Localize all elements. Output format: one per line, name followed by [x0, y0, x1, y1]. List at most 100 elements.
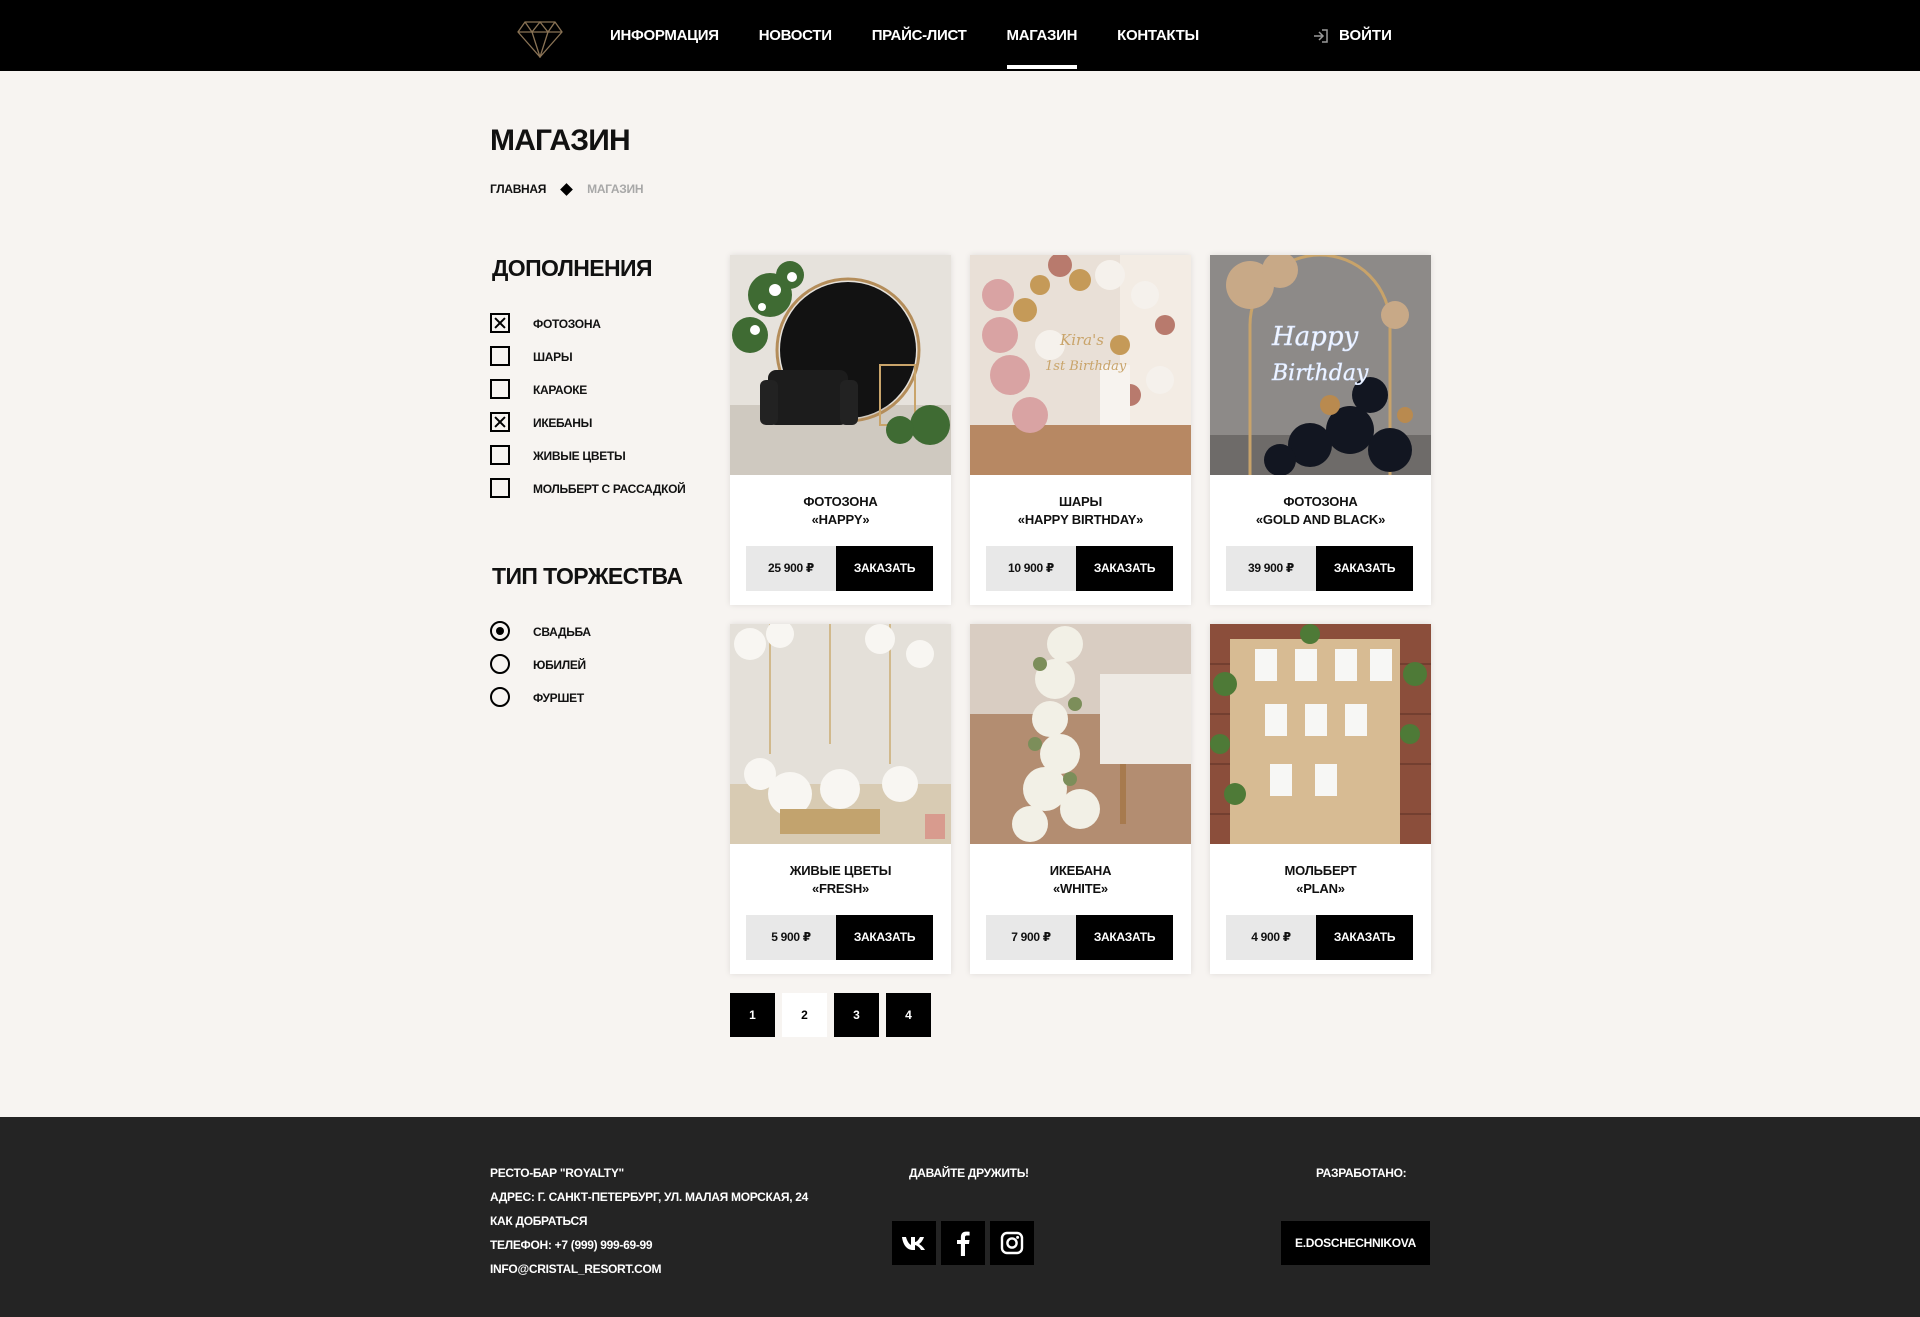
svg-text:1st Birthday: 1st Birthday — [1045, 359, 1127, 374]
product-title: ШАРЫ «HAPPY BIRTHDAY» — [970, 493, 1191, 531]
filter-option-wedding[interactable]: СВАДЬБА — [490, 614, 591, 647]
page-button-4[interactable]: 4 — [886, 993, 931, 1037]
filter-option-ikebana[interactable]: ИКЕБАНЫ — [490, 405, 686, 438]
main-nav: ИНФОРМАЦИЯ НОВОСТИ ПРАЙС-ЛИСТ МАГАЗИН КО… — [610, 0, 1239, 71]
page-button-1[interactable]: 1 — [730, 993, 775, 1037]
checkbox[interactable] — [490, 411, 510, 432]
diamond-icon[interactable] — [517, 20, 563, 58]
order-button[interactable]: ЗАКАЗАТЬ — [836, 915, 933, 960]
product-title-line1: ЖИВЫЕ ЦВЕТЫ — [789, 863, 892, 878]
footer-directions-link[interactable]: КАК ДОБРАТЬСЯ — [490, 1209, 808, 1233]
nav-item-price-list[interactable]: ПРАЙС-ЛИСТ — [872, 0, 967, 71]
filter-option-karaoke[interactable]: КАРАОКЕ — [490, 372, 686, 405]
page-button-3[interactable]: 3 — [834, 993, 879, 1037]
top-navbar: ИНФОРМАЦИЯ НОВОСТИ ПРАЙС-ЛИСТ МАГАЗИН КО… — [0, 0, 1920, 71]
filter-option-buffet[interactable]: ФУРШЕТ — [490, 680, 591, 713]
product-image[interactable] — [1210, 624, 1431, 844]
page-title: МАГАЗИН — [490, 124, 631, 157]
product-price: 4 900 ₽ — [1226, 915, 1316, 960]
login-label: ВОЙТИ — [1339, 27, 1392, 44]
product-title: ФОТОЗОНА «GOLD AND BLACK» — [1210, 493, 1431, 531]
product-card: МОЛЬБЕРТ «PLAN» 4 900 ₽ ЗАКАЗАТЬ — [1210, 624, 1431, 974]
product-image[interactable]: Kira's 1st Birthday — [970, 255, 1191, 475]
filter-label: ИКЕБАНЫ — [533, 416, 593, 430]
checkbox[interactable] — [490, 312, 510, 333]
login-icon — [1314, 28, 1328, 43]
radio-button[interactable] — [490, 686, 510, 707]
nav-item-contacts[interactable]: КОНТАКТЫ — [1117, 0, 1199, 71]
filter-label: ФОТОЗОНА — [533, 317, 601, 331]
nav-item-info[interactable]: ИНФОРМАЦИЯ — [610, 0, 719, 71]
checkbox[interactable] — [490, 477, 510, 498]
footer-email[interactable]: INFO@CRISTAL_RESORT.COM — [490, 1257, 808, 1281]
order-button[interactable]: ЗАКАЗАТЬ — [1316, 546, 1413, 591]
product-title: ФОТОЗОНА «HAPPY» — [730, 493, 951, 531]
footer: РЕСТО-БАР "ROYALTY" АДРЕС: Г. САНКТ-ПЕТЕ… — [0, 1117, 1920, 1317]
event-type-filter-title: ТИП ТОРЖЕСТВА — [492, 563, 683, 589]
product-image[interactable]: Happy Birthday — [1210, 255, 1431, 475]
product-card: Happy Birthday ФОТОЗОНА «GOLD AND BLACK»… — [1210, 255, 1431, 605]
social-links — [892, 1221, 1039, 1265]
pagination: 1 2 3 4 — [730, 993, 938, 1037]
product-title-line1: ФОТОЗОНА — [803, 494, 878, 509]
product-title-line2: «WHITE» — [1053, 881, 1108, 896]
filter-option-balloons[interactable]: ШАРЫ — [490, 339, 686, 372]
event-type-filter-list: СВАДЬБА ЮБИЛЕЙ ФУРШЕТ — [490, 614, 591, 713]
filter-option-anniversary[interactable]: ЮБИЛЕЙ — [490, 647, 591, 680]
filter-option-photozone[interactable]: ФОТОЗОНА — [490, 306, 686, 339]
footer-contact-info: РЕСТО-БАР "ROYALTY" АДРЕС: Г. САНКТ-ПЕТЕ… — [490, 1161, 808, 1281]
filter-label: ШАРЫ — [533, 350, 573, 364]
product-image[interactable] — [730, 255, 951, 475]
vk-icon[interactable] — [892, 1221, 936, 1265]
addons-filter-title: ДОПОЛНЕНИЯ — [492, 255, 652, 281]
filter-option-fresh-flowers[interactable]: ЖИВЫЕ ЦВЕТЫ — [490, 438, 686, 471]
order-button[interactable]: ЗАКАЗАТЬ — [1076, 546, 1173, 591]
product-actions: 25 900 ₽ ЗАКАЗАТЬ — [746, 546, 951, 591]
product-title-line1: ФОТОЗОНА — [1283, 494, 1358, 509]
product-actions: 7 900 ₽ ЗАКАЗАТЬ — [986, 915, 1191, 960]
order-button[interactable]: ЗАКАЗАТЬ — [836, 546, 933, 591]
product-card: ИКЕБАНА «WHITE» 7 900 ₽ ЗАКАЗАТЬ — [970, 624, 1191, 974]
filter-label: МОЛЬБЕРТ С РАССАДКОЙ — [533, 482, 686, 496]
product-image[interactable] — [730, 624, 951, 844]
checkbox[interactable] — [490, 444, 510, 465]
filter-label: ФУРШЕТ — [533, 691, 584, 705]
product-card: Kira's 1st Birthday ШАРЫ «HAPPY BIRTHDAY… — [970, 255, 1191, 605]
product-actions: 5 900 ₽ ЗАКАЗАТЬ — [746, 915, 951, 960]
breadcrumb-separator-icon — [560, 182, 573, 196]
filter-label: КАРАОКЕ — [533, 383, 588, 397]
checkbox[interactable] — [490, 345, 510, 366]
order-button[interactable]: ЗАКАЗАТЬ — [1076, 915, 1173, 960]
footer-social-title: ДАВАЙТЕ ДРУЖИТЬ! — [909, 1166, 1029, 1180]
product-card: ФОТОЗОНА «HAPPY» 25 900 ₽ ЗАКАЗАТЬ — [730, 255, 951, 605]
radio-button[interactable] — [490, 653, 510, 674]
product-price: 25 900 ₽ — [746, 546, 836, 591]
page-button-2[interactable]: 2 — [782, 993, 827, 1037]
product-title-line1: ИКЕБАНА — [1049, 863, 1112, 878]
breadcrumb-home[interactable]: ГЛАВНАЯ — [490, 182, 546, 196]
facebook-icon[interactable] — [941, 1221, 985, 1265]
filter-label: ЮБИЛЕЙ — [533, 658, 586, 672]
product-title: ИКЕБАНА «WHITE» — [970, 862, 1191, 900]
instagram-icon[interactable] — [990, 1221, 1034, 1265]
svg-text:Birthday: Birthday — [1271, 361, 1369, 386]
product-price: 10 900 ₽ — [986, 546, 1076, 591]
filter-option-easel-seating[interactable]: МОЛЬБЕРТ С РАССАДКОЙ — [490, 471, 686, 504]
product-title-line1: МОЛЬБЕРТ — [1284, 863, 1357, 878]
nav-item-shop[interactable]: МАГАЗИН — [1006, 0, 1077, 71]
developer-link-button[interactable]: E.DOSCHECHNIKOVA — [1281, 1221, 1430, 1265]
product-title-line2: «PLAN» — [1296, 881, 1345, 896]
product-title-line2: «HAPPY BIRTHDAY» — [1017, 512, 1144, 527]
nav-item-news[interactable]: НОВОСТИ — [759, 0, 832, 71]
radio-button[interactable] — [490, 620, 510, 641]
order-button[interactable]: ЗАКАЗАТЬ — [1316, 915, 1413, 960]
login-button[interactable]: ВОЙТИ — [1313, 0, 1392, 71]
product-actions: 39 900 ₽ ЗАКАЗАТЬ — [1226, 546, 1431, 591]
checkbox[interactable] — [490, 378, 510, 399]
breadcrumb-current: МАГАЗИН — [587, 182, 644, 196]
footer-phone[interactable]: ТЕЛЕФОН: +7 (999) 999-69-99 — [490, 1233, 808, 1257]
addons-filter-list: ФОТОЗОНА ШАРЫ КАРАОКЕ ИКЕБАНЫ ЖИВЫЕ ЦВЕТ… — [490, 306, 686, 504]
footer-address: АДРЕС: Г. САНКТ-ПЕТЕРБУРГ, УЛ. МАЛАЯ МОР… — [490, 1190, 809, 1204]
product-image[interactable] — [970, 624, 1191, 844]
footer-venue-name: РЕСТО-БАР "ROYALTY" — [490, 1166, 624, 1180]
